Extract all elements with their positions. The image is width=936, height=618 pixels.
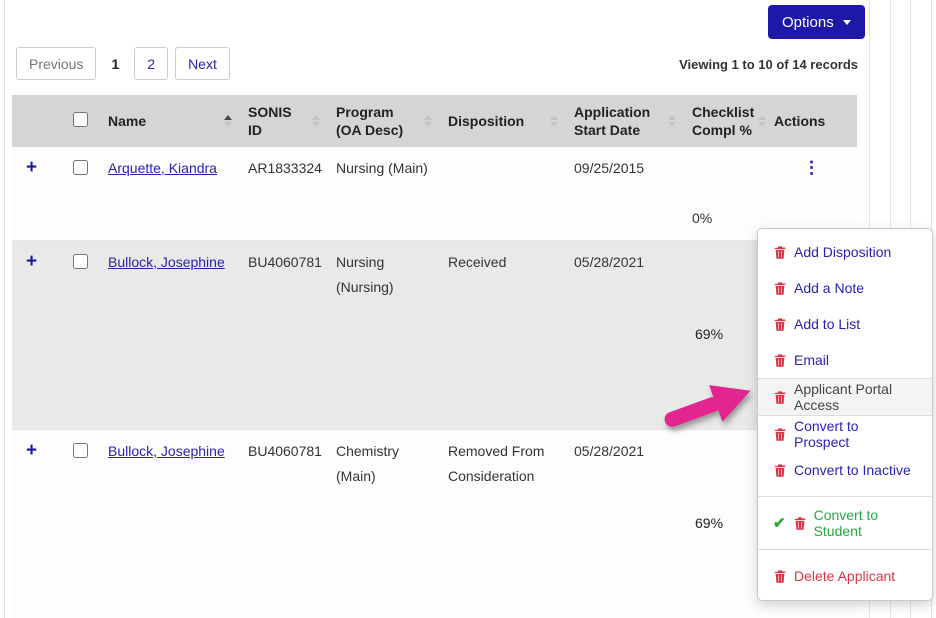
panel-divider [4,0,5,618]
start-date-cell: 09/25/2015 [566,147,684,241]
applicant-list-page: Options Viewing 1 to 10 of 14 records Pr… [0,0,936,618]
current-page-button[interactable]: 1 [103,47,127,80]
checklist-cell: 0% [684,147,766,241]
page-button[interactable]: 2 [134,47,169,80]
sonis-id-cell: AR1833324 [240,147,328,241]
row-actions-menu: ✔ Add Disposition ✔ Add a Note ✔ Add to … [757,228,933,601]
options-button[interactable]: Options [768,5,865,39]
check-icon: ✔ [773,515,786,532]
trash-icon [773,317,787,332]
applicant-name-link[interactable]: Bullock, Josephine [108,254,225,270]
start-date-cell: 05/28/2021 [566,429,684,618]
row-checkbox[interactable] [72,160,88,175]
trash-icon [793,516,807,531]
sort-icon [312,115,320,127]
sort-icon [424,115,432,127]
sonis-id-cell: BU4060781 [240,240,328,430]
column-header-date[interactable]: Application Start Date [566,95,684,147]
checklist-progress-bar: 69% [692,514,758,534]
trash-icon [773,463,787,478]
menu-item-add-a-note[interactable]: ✔ Add a Note [758,270,932,306]
sonis-id-cell: BU4060781 [240,429,328,618]
disposition-cell: Removed From Consideration [440,429,566,618]
applicant-table: Name SONIS ID Program (OA Desc) Disposit… [12,95,857,618]
checklist-progress-bar: 69% [692,325,758,345]
program-cell: Nursing (Main) [328,147,440,241]
previous-page-button[interactable]: Previous [16,47,97,80]
disposition-cell: Received [440,240,566,430]
expand-row-icon[interactable]: + [26,439,37,463]
annotation-arrow [664,385,751,427]
expand-row-icon[interactable]: + [26,250,37,274]
program-cell: Chemistry (Main) [328,429,440,618]
menu-item-email[interactable]: ✔ Email [758,342,932,378]
column-header-sonis[interactable]: SONIS ID [240,95,328,147]
column-header-expand[interactable] [12,95,60,147]
column-header-actions[interactable]: Actions [766,95,857,147]
menu-item-delete-applicant[interactable]: ✔ Delete Applicant [758,558,932,594]
applicant-name-link[interactable]: Arquette, Kiandra [108,160,217,176]
trash-icon [773,281,787,296]
column-header-check[interactable]: Checklist Compl % [684,95,767,147]
column-header-program[interactable]: Program (OA Desc) [328,95,440,147]
column-header-dispo[interactable]: Disposition [440,95,566,147]
records-summary: Viewing 1 to 10 of 14 records [679,57,858,72]
disposition-cell [440,147,566,241]
table-header-row: Name SONIS ID Program (OA Desc) Disposit… [12,95,857,147]
sort-icon [758,115,767,127]
menu-item-add-to-list[interactable]: ✔ Add to List [758,306,932,342]
program-cell: Nursing (Nursing) [328,240,440,430]
menu-item-convert-to-student[interactable]: ✔ Convert to Student [758,505,932,541]
column-header-select[interactable] [60,95,100,147]
table-row: + Arquette, Kiandra AR1833324 Nursing (M… [12,147,857,241]
sort-icon [550,115,558,127]
checklist-cell: 69% [684,429,766,618]
trash-icon [773,245,787,260]
chevron-down-icon [842,19,851,25]
next-page-button[interactable]: Next [175,47,230,80]
sort-icon [668,115,676,127]
select-all-checkbox[interactable] [72,111,88,127]
trash-icon [773,353,787,368]
menu-item-applicant-portal-access[interactable]: ✔ Applicant Portal Access [758,378,932,416]
column-header-name[interactable]: Name [100,95,240,147]
sort-icon [224,115,232,127]
table-row: + Bullock, Josephine BU4060781 Chemistry… [12,429,857,618]
menu-item-add-disposition[interactable]: ✔ Add Disposition [758,234,932,270]
menu-item-convert-to-inactive[interactable]: ✔ Convert to Inactive [758,452,932,488]
pagination: Previous 12 Next [16,47,237,80]
menu-item-convert-to-prospect[interactable]: ✔ Convert to Prospect [758,416,932,452]
trash-icon [773,427,787,442]
row-actions-icon[interactable]: ⋮ [803,156,820,180]
trash-icon [773,569,787,584]
row-checkbox[interactable] [72,254,88,269]
row-checkbox[interactable] [72,443,88,458]
menu-divider [758,496,932,497]
expand-row-icon[interactable]: + [26,156,37,180]
applicant-name-link[interactable]: Bullock, Josephine [108,443,225,459]
trash-icon [773,390,787,405]
options-button-label: Options [782,13,834,31]
menu-divider [758,549,932,550]
